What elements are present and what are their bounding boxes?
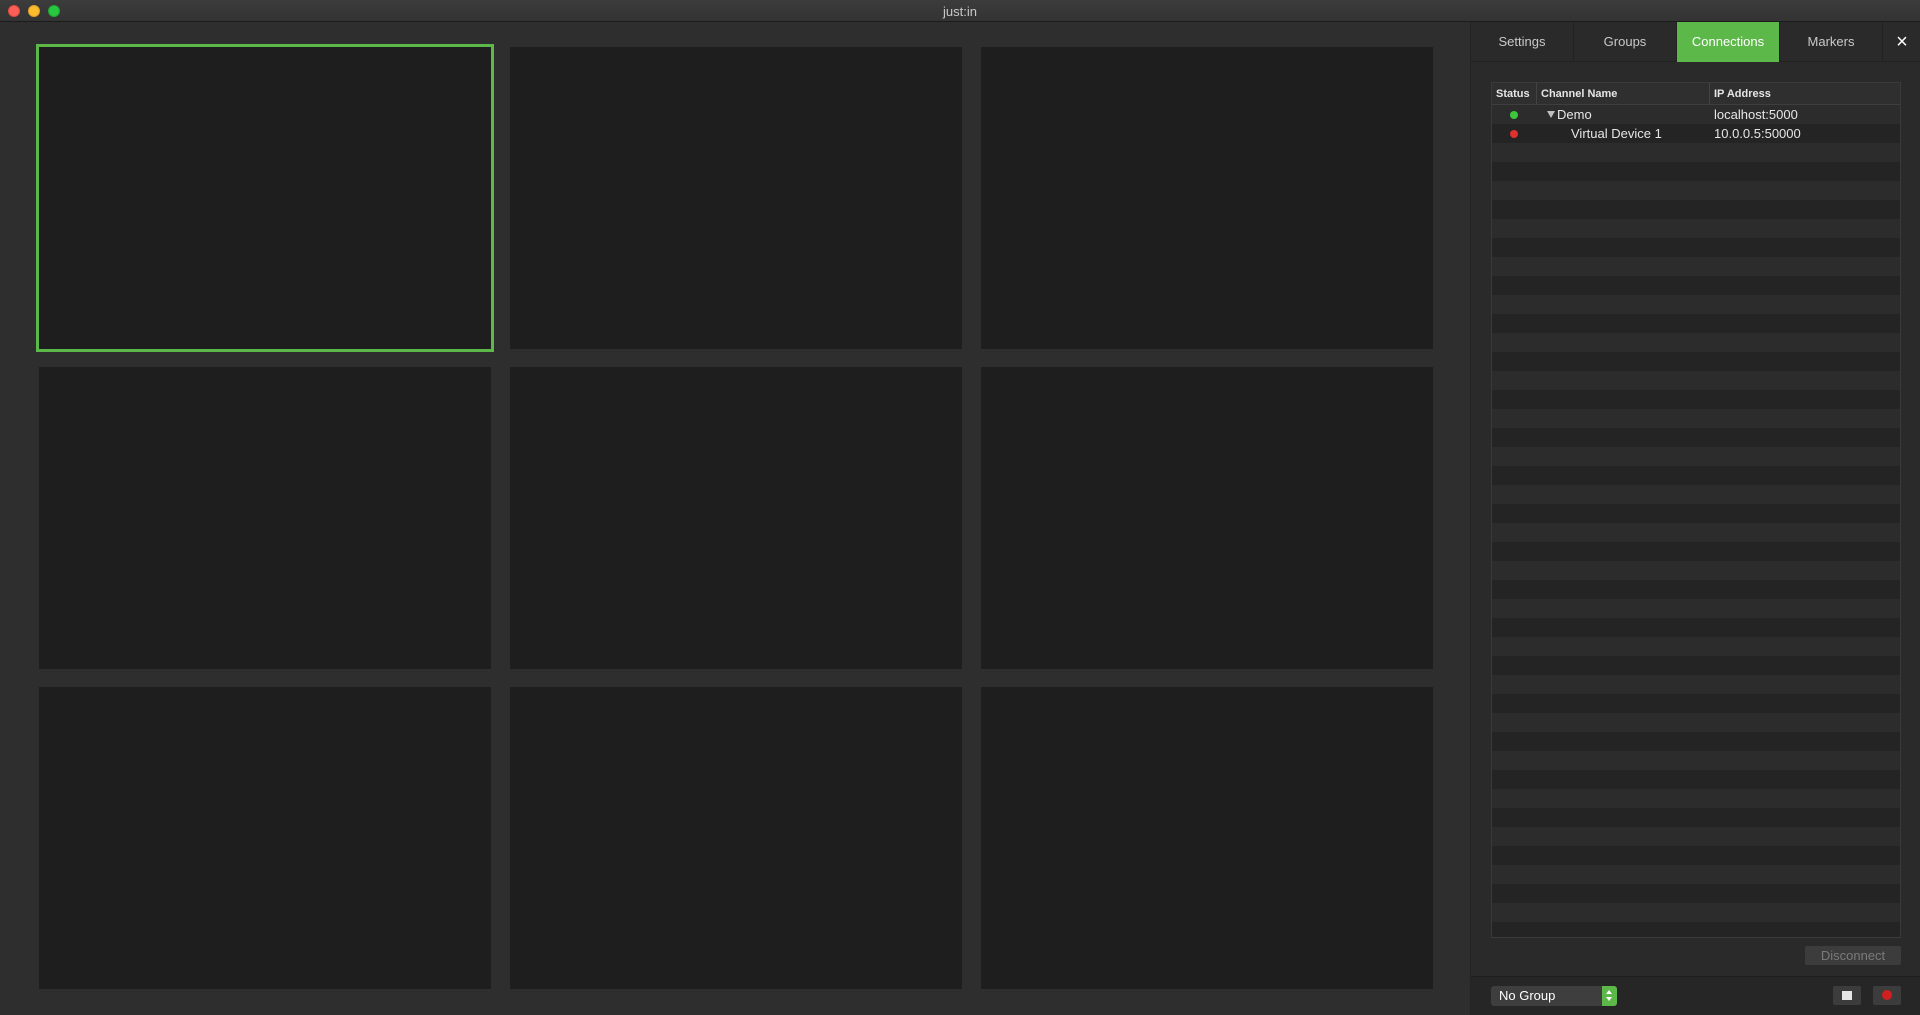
empty-table-row bbox=[1492, 238, 1900, 257]
empty-table-row bbox=[1492, 751, 1900, 770]
empty-table-row bbox=[1492, 485, 1900, 504]
empty-table-row bbox=[1492, 523, 1900, 542]
video-cell-4[interactable] bbox=[39, 367, 491, 669]
stop-icon bbox=[1842, 991, 1852, 1000]
tab-groups[interactable]: Groups bbox=[1574, 22, 1677, 62]
select-stepper-icon bbox=[1602, 986, 1617, 1006]
panel-footer: No Group bbox=[1471, 976, 1920, 1015]
ip-address: 10.0.0.5:50000 bbox=[1714, 126, 1801, 141]
video-cell-9[interactable] bbox=[981, 687, 1433, 989]
empty-table-row bbox=[1492, 295, 1900, 314]
tab-settings[interactable]: Settings bbox=[1471, 22, 1574, 62]
empty-table-row bbox=[1492, 390, 1900, 409]
empty-table-row bbox=[1492, 143, 1900, 162]
ip-address: localhost:5000 bbox=[1714, 107, 1798, 122]
empty-table-row bbox=[1492, 504, 1900, 523]
channel-name: Demo bbox=[1557, 107, 1592, 122]
disclosure-triangle-icon[interactable] bbox=[1547, 111, 1555, 118]
empty-table-row bbox=[1492, 371, 1900, 390]
empty-table-row bbox=[1492, 884, 1900, 903]
group-select-value: No Group bbox=[1499, 988, 1556, 1003]
empty-table-row bbox=[1492, 656, 1900, 675]
video-cell-5[interactable] bbox=[510, 367, 962, 669]
empty-table-row bbox=[1492, 846, 1900, 865]
empty-table-row bbox=[1492, 466, 1900, 485]
window-title: just:in bbox=[943, 4, 977, 19]
empty-table-row bbox=[1492, 922, 1900, 937]
column-header-ip[interactable]: IP Address bbox=[1710, 83, 1900, 104]
table-header: Status Channel Name IP Address bbox=[1492, 83, 1900, 105]
column-header-status[interactable]: Status bbox=[1492, 83, 1537, 104]
table-body: Demo localhost:5000 Virtual Device 1 10.… bbox=[1492, 105, 1900, 937]
tab-connections[interactable]: Connections bbox=[1677, 22, 1780, 62]
empty-table-row bbox=[1492, 257, 1900, 276]
empty-table-row bbox=[1492, 808, 1900, 827]
empty-table-row bbox=[1492, 428, 1900, 447]
empty-table-row bbox=[1492, 333, 1900, 352]
record-icon bbox=[1882, 990, 1892, 1000]
record-button[interactable] bbox=[1873, 986, 1901, 1005]
video-cell-6[interactable] bbox=[981, 367, 1433, 669]
column-header-channel[interactable]: Channel Name bbox=[1537, 83, 1710, 104]
video-cell-3[interactable] bbox=[981, 47, 1433, 349]
group-select[interactable]: No Group bbox=[1491, 986, 1617, 1006]
empty-table-row bbox=[1492, 637, 1900, 656]
empty-table-row bbox=[1492, 181, 1900, 200]
app-window: just:in Settings Groups Connections Mark… bbox=[0, 0, 1920, 1015]
empty-table-row bbox=[1492, 200, 1900, 219]
video-cell-8[interactable] bbox=[510, 687, 962, 989]
video-cell-2[interactable] bbox=[510, 47, 962, 349]
status-disconnected-icon bbox=[1510, 130, 1518, 138]
empty-table-row bbox=[1492, 352, 1900, 371]
empty-table-row bbox=[1492, 789, 1900, 808]
empty-table-row bbox=[1492, 561, 1900, 580]
empty-table-row bbox=[1492, 599, 1900, 618]
empty-table-row bbox=[1492, 542, 1900, 561]
status-connected-icon bbox=[1510, 111, 1518, 119]
empty-table-row bbox=[1492, 618, 1900, 637]
title-bar: just:in bbox=[0, 0, 1920, 22]
empty-table-row bbox=[1492, 447, 1900, 466]
empty-table-row bbox=[1492, 675, 1900, 694]
table-row[interactable]: Demo localhost:5000 bbox=[1492, 105, 1900, 124]
empty-table-row bbox=[1492, 903, 1900, 922]
empty-table-row bbox=[1492, 694, 1900, 713]
empty-table-row bbox=[1492, 732, 1900, 751]
video-grid bbox=[0, 22, 1468, 1015]
panel-tabs: Settings Groups Connections Markers × bbox=[1471, 22, 1920, 62]
empty-table-row bbox=[1492, 580, 1900, 599]
stop-button[interactable] bbox=[1833, 986, 1861, 1005]
close-icon[interactable]: × bbox=[1883, 22, 1920, 62]
empty-table-row bbox=[1492, 276, 1900, 295]
side-panel: Settings Groups Connections Markers × St… bbox=[1470, 22, 1920, 1015]
empty-table-row bbox=[1492, 770, 1900, 789]
connections-table: Status Channel Name IP Address Demo loca… bbox=[1491, 82, 1901, 938]
video-cell-1[interactable] bbox=[36, 44, 494, 352]
empty-table-row bbox=[1492, 865, 1900, 884]
empty-table-row bbox=[1492, 162, 1900, 181]
disconnect-button[interactable]: Disconnect bbox=[1805, 946, 1901, 965]
empty-table-row bbox=[1492, 713, 1900, 732]
empty-table-row bbox=[1492, 827, 1900, 846]
empty-table-row bbox=[1492, 219, 1900, 238]
channel-name: Virtual Device 1 bbox=[1571, 126, 1662, 141]
video-cell-7[interactable] bbox=[39, 687, 491, 989]
tab-markers[interactable]: Markers bbox=[1780, 22, 1883, 62]
empty-table-row bbox=[1492, 314, 1900, 333]
empty-table-row bbox=[1492, 409, 1900, 428]
table-row[interactable]: Virtual Device 1 10.0.0.5:50000 bbox=[1492, 124, 1900, 143]
